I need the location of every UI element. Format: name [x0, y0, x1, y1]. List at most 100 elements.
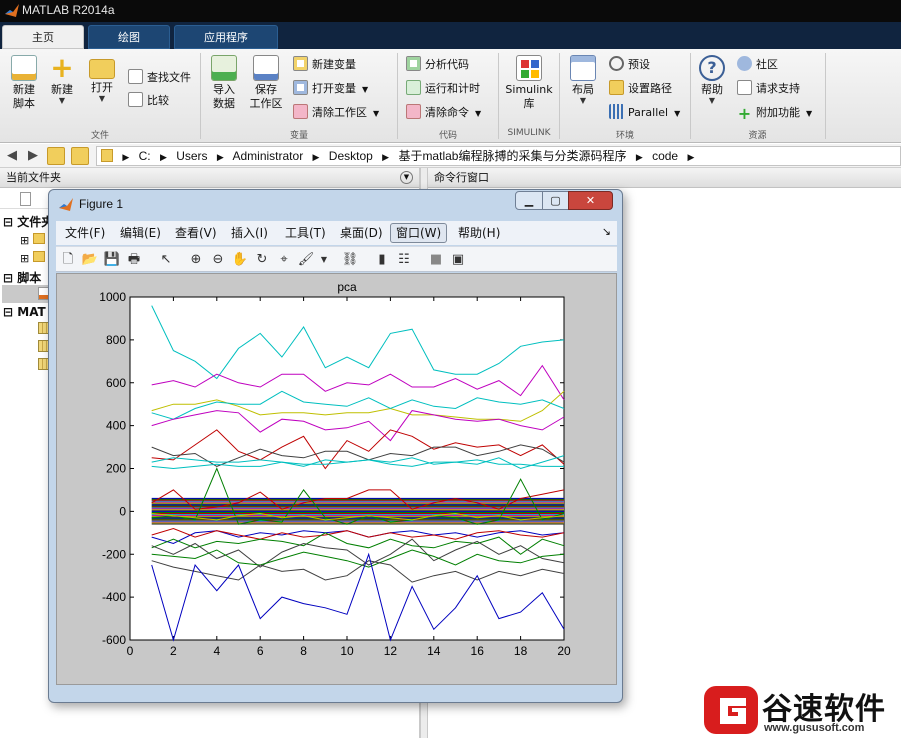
y-tick-label: 600 [106, 376, 126, 390]
new-variable-label: 新建变量 [312, 58, 356, 71]
chevron-down-icon: ▼ [58, 96, 66, 105]
simulink-library-label: Simulink 库 [505, 83, 553, 110]
save-icon[interactable]: 💾 [103, 251, 121, 269]
legend-icon[interactable]: ☷ [395, 251, 413, 269]
menu-desktop[interactable]: 桌面(D) [335, 223, 388, 243]
tree-section-folders[interactable]: ⊟ 文件夹 [3, 213, 53, 230]
import-data-button[interactable]: 导入 数据 [202, 55, 246, 111]
zoom-in-icon[interactable]: ⊕ [187, 251, 205, 269]
tab-plots[interactable]: 绘图 [88, 25, 170, 49]
clear-workspace-button[interactable]: 清除工作区 ▼ [293, 103, 379, 123]
layout-button[interactable]: 布局 ▼ [561, 55, 605, 105]
chevron-right-icon: ▶ [216, 152, 224, 162]
chevron-down-icon: ▼ [373, 109, 380, 118]
up-folder-icon[interactable] [47, 147, 65, 165]
brush-icon[interactable]: 🖌 [297, 251, 315, 269]
group-label-resources: 资源 [748, 131, 767, 141]
watermark-logo-icon [704, 686, 758, 734]
eraser-icon [406, 104, 421, 119]
analyze-code-icon [406, 56, 421, 71]
colorbar-icon[interactable]: ▮ [373, 251, 391, 269]
help-button[interactable]: ? 帮助 ▼ [690, 55, 734, 105]
open-variable-label: 打开变量 [312, 82, 356, 95]
breadcrumb-administrator[interactable]: Administrator [233, 149, 304, 163]
zoom-out-icon[interactable]: ⊖ [209, 251, 227, 269]
y-tick-label: 800 [106, 333, 126, 347]
forward-arrow-icon[interactable]: ▶ [24, 147, 42, 165]
current-folder-header: 当前文件夹 ▼ [0, 168, 419, 188]
find-files-button[interactable]: 查找文件 [128, 68, 191, 88]
new-figure-icon[interactable]: 🗋 [59, 251, 77, 269]
maximize-button[interactable]: ▢ [542, 191, 569, 210]
tree-section-mat[interactable]: ⊟ MAT [3, 305, 46, 319]
breadcrumb-users[interactable]: Users [176, 149, 207, 163]
select-arrow-icon[interactable]: ↖ [157, 251, 175, 269]
tree-folder-item[interactable]: ⊞ [20, 233, 45, 247]
folder-icon [32, 233, 45, 244]
tab-apps[interactable]: 应用程序 [174, 25, 278, 49]
preferences-button[interactable]: 预设 [609, 55, 650, 75]
minimize-button[interactable]: ▁ [515, 191, 543, 210]
back-arrow-icon[interactable]: ◀ [3, 147, 21, 165]
open-file-icon[interactable]: 📂 [81, 251, 99, 269]
clear-commands-button[interactable]: 清除命令 ▼ [406, 103, 481, 123]
breadcrumb-code[interactable]: code [652, 149, 678, 163]
menu-edit[interactable]: 编辑(E) [115, 223, 166, 243]
menu-help[interactable]: 帮助(H) [453, 223, 505, 243]
hide-plot-tools-icon[interactable]: ■ [427, 251, 445, 269]
menu-tools[interactable]: 工具(T) [280, 223, 331, 243]
menu-view[interactable]: 查看(V) [170, 223, 222, 243]
add-ons-label: 附加功能 [756, 106, 800, 119]
community-button[interactable]: 社区 [737, 55, 778, 75]
breadcrumb-project[interactable]: 基于matlab编程脉搏的采集与分类源码程序 [398, 149, 626, 163]
pca-plot[interactable]: pca 0 2 4 6 8 10 12 14 16 18 20 -600 -400 -200 0 200 400 6… [57, 274, 616, 684]
request-support-button[interactable]: 请求支持 [737, 79, 800, 99]
collapse-icon: ⊟ [3, 215, 14, 229]
menu-window[interactable]: 窗口(W) [390, 223, 448, 243]
menu-file[interactable]: 文件(F) [60, 223, 110, 243]
analyze-code-label: 分析代码 [425, 58, 469, 71]
rotate-3d-icon[interactable]: ↻ [253, 251, 271, 269]
print-icon[interactable]: 🖶 [125, 251, 143, 269]
help-icon: ? [699, 55, 725, 81]
data-cursor-icon[interactable]: ⌖ [275, 251, 293, 269]
preferences-label: 预设 [628, 58, 650, 71]
save-workspace-button[interactable]: 保存 工作区 [244, 55, 288, 111]
parallel-button[interactable]: Parallel ▼ [609, 103, 680, 123]
show-plot-tools-icon[interactable]: ▣ [449, 251, 467, 269]
x-tick-label: 2 [170, 644, 177, 658]
community-label: 社区 [756, 58, 778, 71]
simulink-library-button[interactable]: Simulink 库 [502, 55, 556, 111]
figure-canvas[interactable]: pca 0 2 4 6 8 10 12 14 16 18 20 -600 -400 -200 0 200 400 6… [56, 273, 617, 685]
y-tick-label: 200 [106, 462, 126, 476]
open-variable-button[interactable]: 打开变量 ▼ [293, 79, 368, 99]
new-variable-button[interactable]: 新建变量 [293, 55, 356, 75]
breadcrumb-c[interactable]: C: [139, 149, 151, 163]
panel-menu-icon[interactable]: ▼ [400, 171, 413, 184]
tab-home[interactable]: 主页 [2, 25, 84, 49]
close-button[interactable]: ✕ [568, 191, 613, 210]
tree-folder-item[interactable]: ⊞ [20, 251, 45, 265]
help-label: 帮助 [701, 83, 723, 96]
browse-folder-icon[interactable] [71, 147, 89, 165]
tree-section-scripts[interactable]: ⊟ 脚本 [3, 269, 41, 286]
pan-hand-icon[interactable]: ✋ [231, 251, 249, 269]
analyze-code-button[interactable]: 分析代码 [406, 55, 469, 75]
run-and-time-button[interactable]: 运行和计时 [406, 79, 480, 99]
set-path-button[interactable]: 设置路径 [609, 79, 672, 99]
path-field[interactable]: ▶ C: ▶ Users ▶ Administrator ▶ Desktop ▶… [96, 146, 901, 166]
dock-arrow-icon[interactable]: ↘ [602, 225, 611, 238]
figure-window[interactable]: Figure 1 ▁ ▢ ✕ 文件(F) 编辑(E) 查看(V) 插入(I) 工… [48, 189, 623, 703]
add-ons-button[interactable]: + 附加功能 ▼ [737, 103, 812, 123]
community-icon [737, 56, 752, 71]
new-button[interactable]: + 新建 ▼ [40, 54, 84, 105]
matlab-logo-icon [59, 198, 73, 211]
breadcrumb-desktop[interactable]: Desktop [329, 149, 373, 163]
compare-button[interactable]: 比较 [128, 91, 169, 111]
menu-insert[interactable]: 插入(I) [226, 223, 273, 243]
chevron-down-icon[interactable]: ▼ [315, 251, 333, 269]
link-plot-icon[interactable]: ⛓ [341, 251, 359, 269]
new-label: 新建 [51, 83, 73, 96]
open-label: 打开 [91, 81, 113, 94]
open-button[interactable]: 打开 ▼ [80, 55, 124, 103]
